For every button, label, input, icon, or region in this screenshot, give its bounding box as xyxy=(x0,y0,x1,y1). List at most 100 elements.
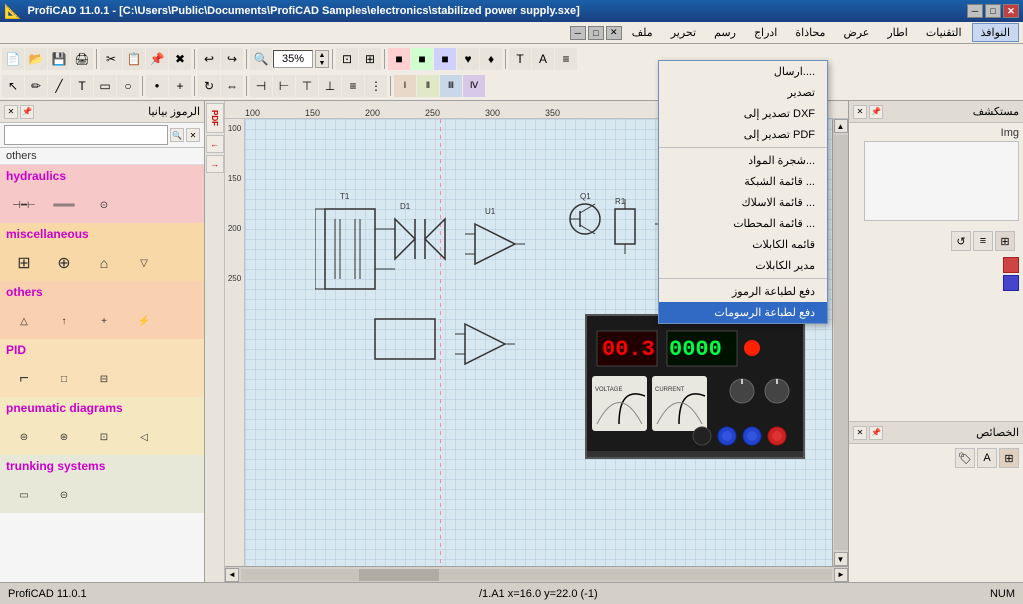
category-trunking-label[interactable]: trunking systems xyxy=(0,455,204,477)
dropdown-cables-list[interactable]: قائمه الكابلات xyxy=(659,234,827,255)
scroll-down-button[interactable]: ▼ xyxy=(834,552,848,566)
paste-button[interactable]: 📌 xyxy=(146,48,168,70)
dropdown-wires-list[interactable]: ... قائمة الاسلاك xyxy=(659,192,827,213)
color1-button[interactable]: ■ xyxy=(388,48,410,70)
props-pin-button[interactable]: 📌 xyxy=(869,426,883,440)
scroll-right-button[interactable]: ► xyxy=(834,568,848,582)
prop2-button[interactable]: A xyxy=(532,48,554,70)
zoom-input[interactable]: 35% xyxy=(273,50,313,68)
dropdown-tree[interactable]: ...شجرة المواد xyxy=(659,150,827,171)
sym-hydraulics-3[interactable]: ⊙ xyxy=(88,193,120,217)
explorer-pin-button[interactable]: 📌 xyxy=(869,105,883,119)
layer3-button[interactable]: Ⅲ xyxy=(440,75,462,97)
scroll-up-button[interactable]: ▲ xyxy=(834,119,848,133)
sym-pneumatic-4[interactable]: ◁ xyxy=(128,425,160,449)
mirror-tool[interactable]: ⇔ xyxy=(221,75,243,97)
circle-tool[interactable]: ○ xyxy=(117,75,139,97)
align-bottom-button[interactable]: ⊥ xyxy=(319,75,341,97)
sys-minimize-button[interactable]: ─ xyxy=(570,26,586,40)
sym-others-3[interactable]: + xyxy=(88,309,120,333)
zoom-down-button[interactable]: ▼ xyxy=(319,60,326,67)
scroll-left-button[interactable]: ◄ xyxy=(225,568,239,582)
color5-button[interactable]: ♦ xyxy=(480,48,502,70)
props-btn3[interactable]: 🏷 xyxy=(955,448,975,468)
dropdown-network-list[interactable]: ... قائمة الشبكة xyxy=(659,171,827,192)
left-panel-pin-button[interactable]: 📌 xyxy=(20,105,34,119)
sym-pneumatic-3[interactable]: ⊡ xyxy=(88,425,120,449)
line-tool[interactable]: ╱ xyxy=(48,75,70,97)
menu-edit[interactable]: تحرير xyxy=(663,24,704,41)
category-pid-label[interactable]: PID xyxy=(0,339,204,361)
sys-close-button[interactable]: ✕ xyxy=(606,26,622,40)
sym-pneumatic-2[interactable]: ⊛ xyxy=(48,425,80,449)
sym-misc-1[interactable]: ⊞ xyxy=(8,251,40,275)
menu-windows[interactable]: النوافذ xyxy=(972,23,1020,42)
dropdown-print-symbols[interactable]: دفع لطباعة الرموز xyxy=(659,281,827,302)
search-input[interactable] xyxy=(4,125,168,145)
align-right-button[interactable]: ⊢ xyxy=(273,75,295,97)
sym-misc-2[interactable]: ⊕ xyxy=(48,251,80,275)
zoom-up-button[interactable]: ▲ xyxy=(319,52,326,59)
symbol-list[interactable]: hydraulics ⊣━⊢ ═══ ⊙ miscellaneous ⊞ ⊕ ⌂… xyxy=(0,165,204,582)
undo-button[interactable]: ↩ xyxy=(198,48,220,70)
align-top-button[interactable]: ⊤ xyxy=(296,75,318,97)
open-button[interactable]: 📂 xyxy=(25,48,47,70)
align-left-button[interactable]: ⊣ xyxy=(250,75,272,97)
junction-tool[interactable]: ● xyxy=(146,75,168,97)
sym-misc-4[interactable]: ▽ xyxy=(128,251,160,275)
props-btn1[interactable]: ⊞ xyxy=(999,448,1019,468)
sym-hydraulics-2[interactable]: ═══ xyxy=(48,193,80,217)
horizontal-scrollbar[interactable]: ◄ ► xyxy=(225,566,848,582)
color4-button[interactable]: ♥ xyxy=(457,48,479,70)
category-misc-label[interactable]: miscellaneous xyxy=(0,223,204,245)
sym-hydraulics-1[interactable]: ⊣━⊢ xyxy=(8,193,40,217)
wire-tool[interactable]: ✏ xyxy=(25,75,47,97)
rp-btn2[interactable]: ≡ xyxy=(973,231,993,251)
layer2-button[interactable]: Ⅱ xyxy=(417,75,439,97)
explorer-close-button[interactable]: ✕ xyxy=(853,105,867,119)
cross-tool[interactable]: + xyxy=(169,75,191,97)
category-hydraulics-label[interactable]: hydraulics xyxy=(0,165,204,187)
dropdown-print-drawings[interactable]: دفع لطباعة الرسومات xyxy=(659,302,827,323)
delete-button[interactable]: ✖ xyxy=(169,48,191,70)
menu-frame[interactable]: اطار xyxy=(879,24,915,41)
sym-others-2[interactable]: ↑ xyxy=(48,309,80,333)
color3-button[interactable]: ■ xyxy=(434,48,456,70)
pdf-btn2[interactable]: ← xyxy=(206,135,224,153)
dropdown-send[interactable]: ....ارسال xyxy=(659,61,827,82)
sym-others-4[interactable]: ⚡ xyxy=(128,309,160,333)
fit-button[interactable]: ⊡ xyxy=(336,48,358,70)
category-others-label[interactable]: others xyxy=(0,281,204,303)
layer4-button[interactable]: Ⅳ xyxy=(463,75,485,97)
search-button[interactable]: 🔍 xyxy=(170,128,184,142)
cut-button[interactable]: ✂ xyxy=(100,48,122,70)
grid-button[interactable]: ⊞ xyxy=(359,48,381,70)
rp-btn3[interactable]: ↺ xyxy=(951,231,971,251)
sym-trunking-1[interactable]: ▭ xyxy=(8,483,40,507)
color2-button[interactable]: ■ xyxy=(411,48,433,70)
props-btn2[interactable]: A xyxy=(977,448,997,468)
sym-trunking-2[interactable]: ⊝ xyxy=(48,483,80,507)
new-button[interactable]: 📄 xyxy=(2,48,24,70)
sym-pid-3[interactable]: ⊟ xyxy=(88,367,120,391)
rp-btn1[interactable]: ⊞ xyxy=(995,231,1015,251)
prop1-button[interactable]: T xyxy=(509,48,531,70)
copy-button[interactable]: 📋 xyxy=(123,48,145,70)
color-red-button[interactable] xyxy=(1003,257,1019,273)
vertical-scrollbar[interactable]: ▲ ▼ xyxy=(832,119,848,566)
sym-misc-3[interactable]: ⌂ xyxy=(88,251,120,275)
menu-view[interactable]: عرض xyxy=(835,24,877,41)
clear-search-button[interactable]: ✕ xyxy=(186,128,200,142)
menu-insert[interactable]: ادراج xyxy=(746,24,785,41)
save-button[interactable]: 💾 xyxy=(48,48,70,70)
props-close-button[interactable]: ✕ xyxy=(853,426,867,440)
redo-button[interactable]: ↪ xyxy=(221,48,243,70)
color-blue-button[interactable] xyxy=(1003,275,1019,291)
menu-file[interactable]: ملف xyxy=(624,24,661,41)
sym-pid-1[interactable]: ⌐ xyxy=(8,367,40,391)
menu-draw[interactable]: رسم xyxy=(706,24,744,41)
pdf-btn3[interactable]: → xyxy=(206,155,224,173)
zoom-in-button[interactable]: 🔍 xyxy=(250,48,272,70)
rect-tool[interactable]: ▭ xyxy=(94,75,116,97)
sys-maximize-button[interactable]: □ xyxy=(588,26,604,40)
